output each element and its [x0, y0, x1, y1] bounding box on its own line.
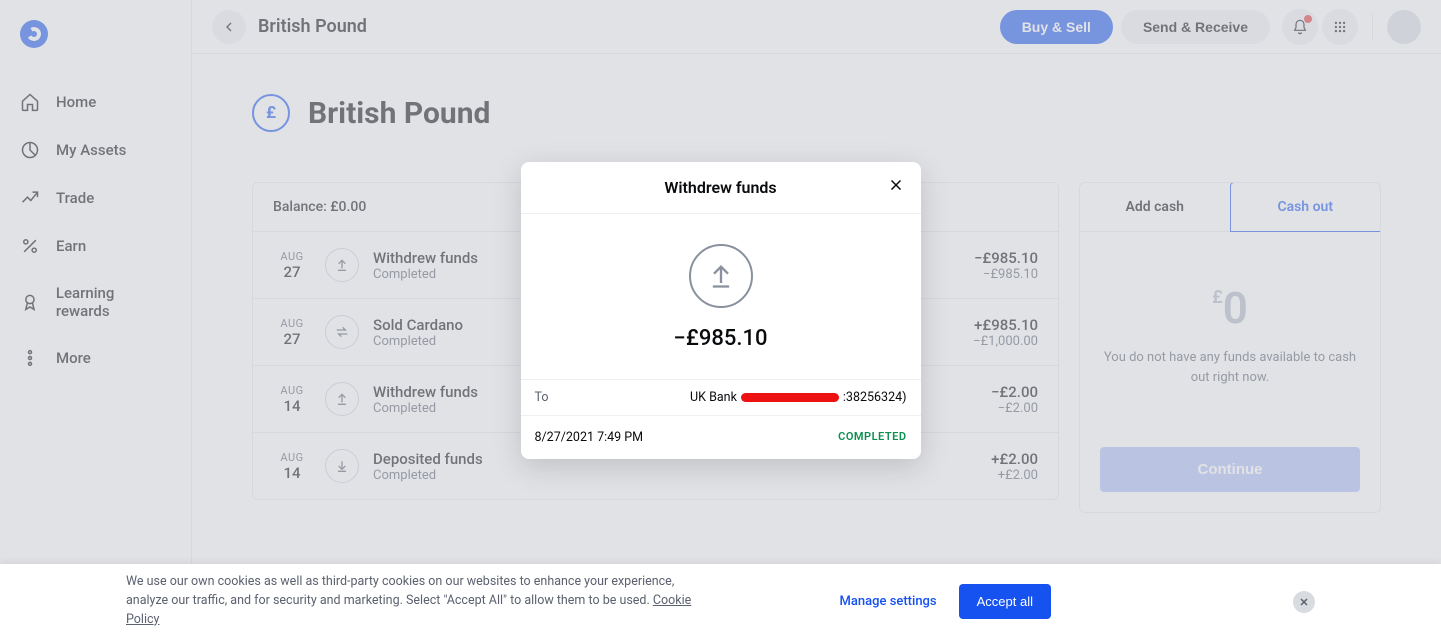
close-icon — [887, 176, 905, 194]
modal-title: Withdrew funds — [664, 178, 776, 197]
cookie-banner: We use our own cookies as well as third-… — [0, 564, 1441, 639]
manage-settings-link[interactable]: Manage settings — [840, 594, 937, 609]
modal-to-label: To — [535, 390, 549, 405]
accept-all-button[interactable]: Accept all — [959, 584, 1051, 619]
modal-close-button[interactable] — [887, 176, 905, 198]
modal-datetime: 8/27/2021 7:49 PM — [535, 430, 644, 445]
transaction-detail-modal: Withdrew funds −£985.10 To UK Bank :3825… — [521, 162, 921, 459]
withdraw-large-icon — [689, 244, 753, 308]
close-icon — [1298, 596, 1310, 608]
modal-amount: −£985.10 — [521, 326, 921, 351]
modal-status: COMPLETED — [838, 430, 906, 445]
cookie-close-button[interactable] — [1293, 591, 1315, 613]
modal-overlay[interactable]: Withdrew funds −£985.10 To UK Bank :3825… — [0, 0, 1441, 639]
modal-to-value: UK Bank :38256324) — [690, 390, 906, 405]
redacted-icon — [741, 393, 839, 402]
cookie-text: We use our own cookies as well as third-… — [126, 573, 706, 629]
